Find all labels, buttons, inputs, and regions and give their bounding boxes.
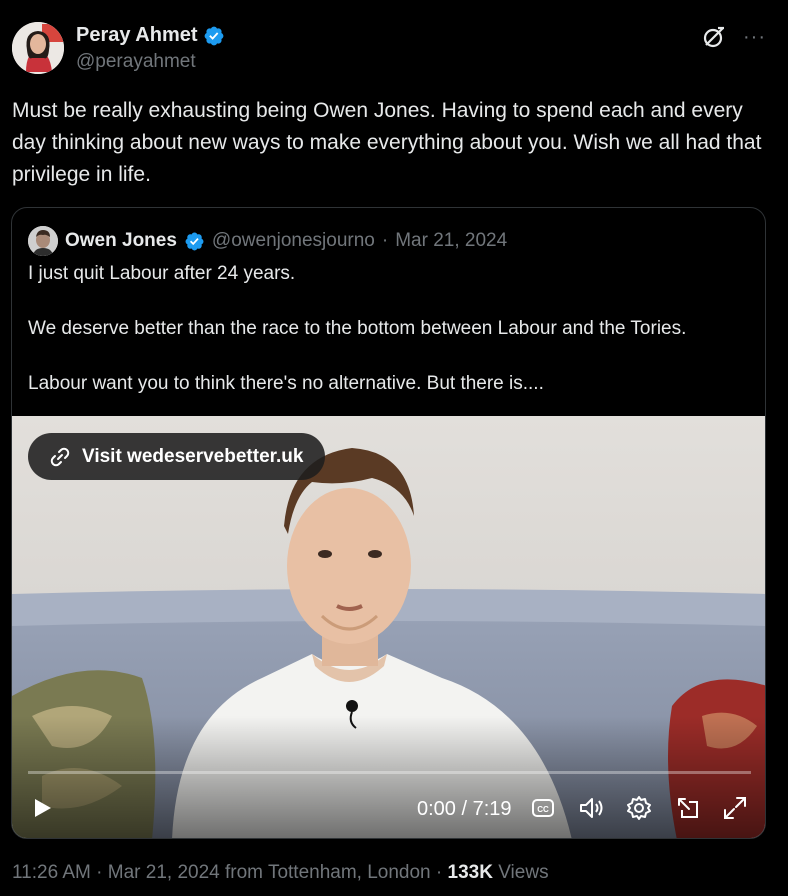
separator-dot: · xyxy=(381,230,389,251)
video-progress-bar[interactable] xyxy=(28,771,751,774)
tweet-location: from Tottenham, London xyxy=(219,862,431,883)
quoted-text: I just quit Labour after 24 years. We de… xyxy=(28,260,758,425)
volume-icon[interactable] xyxy=(577,794,605,822)
settings-icon[interactable] xyxy=(625,794,653,822)
separator-dot: · xyxy=(430,862,448,883)
video-controls: 0:00 / 7:19 CC xyxy=(12,780,765,838)
tweet-meta: 11:26 AM · Mar 21, 2024 from Tottenham, … xyxy=(12,862,549,884)
grok-icon[interactable] xyxy=(701,24,727,50)
author-name[interactable]: Peray Ahmet xyxy=(76,24,198,47)
quoted-author-handle: @owenjonesjourno xyxy=(211,230,375,251)
quoted-paragraph: I just quit Labour after 24 years. xyxy=(28,263,296,284)
more-icon[interactable]: ··· xyxy=(743,27,766,47)
author-handle[interactable]: @perayahmet xyxy=(76,51,225,73)
verified-badge-icon xyxy=(204,26,223,45)
fullscreen-icon[interactable] xyxy=(721,794,749,822)
tweet-date[interactable]: Mar 21, 2024 xyxy=(108,862,220,883)
views-label: Views xyxy=(492,862,549,883)
visit-link-label: Visit wedeservebetter.uk xyxy=(82,445,304,467)
video-player[interactable]: Visit wedeservebetter.uk 0:00 / 7:19 CC xyxy=(12,416,765,838)
link-icon xyxy=(50,447,70,466)
tweet-text: Must be really exhausting being Owen Jon… xyxy=(12,99,762,186)
views-count[interactable]: 133K xyxy=(448,862,493,883)
svg-text:CC: CC xyxy=(537,805,549,814)
quoted-tweet[interactable]: Owen Jones @owenjonesjourno · Mar 21, 20… xyxy=(11,207,766,839)
quoted-author-avatar xyxy=(28,226,58,256)
quoted-paragraph: Labour want you to think there's no alte… xyxy=(28,373,544,394)
tweet-time[interactable]: 11:26 AM xyxy=(12,862,91,883)
quoted-paragraph: We deserve better than the race to the b… xyxy=(28,318,687,339)
video-time: 0:00 / 7:19 xyxy=(417,798,512,820)
quoted-verified-badge-icon xyxy=(185,232,204,250)
play-icon[interactable] xyxy=(32,796,54,820)
pip-icon[interactable] xyxy=(674,794,702,822)
tweet-header: Peray Ahmet @perayahmet ··· xyxy=(12,22,776,78)
visit-link-button[interactable]: Visit wedeservebetter.uk xyxy=(28,433,326,480)
quoted-date: Mar 21, 2024 xyxy=(395,230,508,251)
captions-icon[interactable]: CC xyxy=(529,794,557,822)
separator-dot: · xyxy=(90,862,108,883)
quoted-author-name: Owen Jones xyxy=(65,230,177,251)
author-avatar[interactable] xyxy=(12,22,64,74)
